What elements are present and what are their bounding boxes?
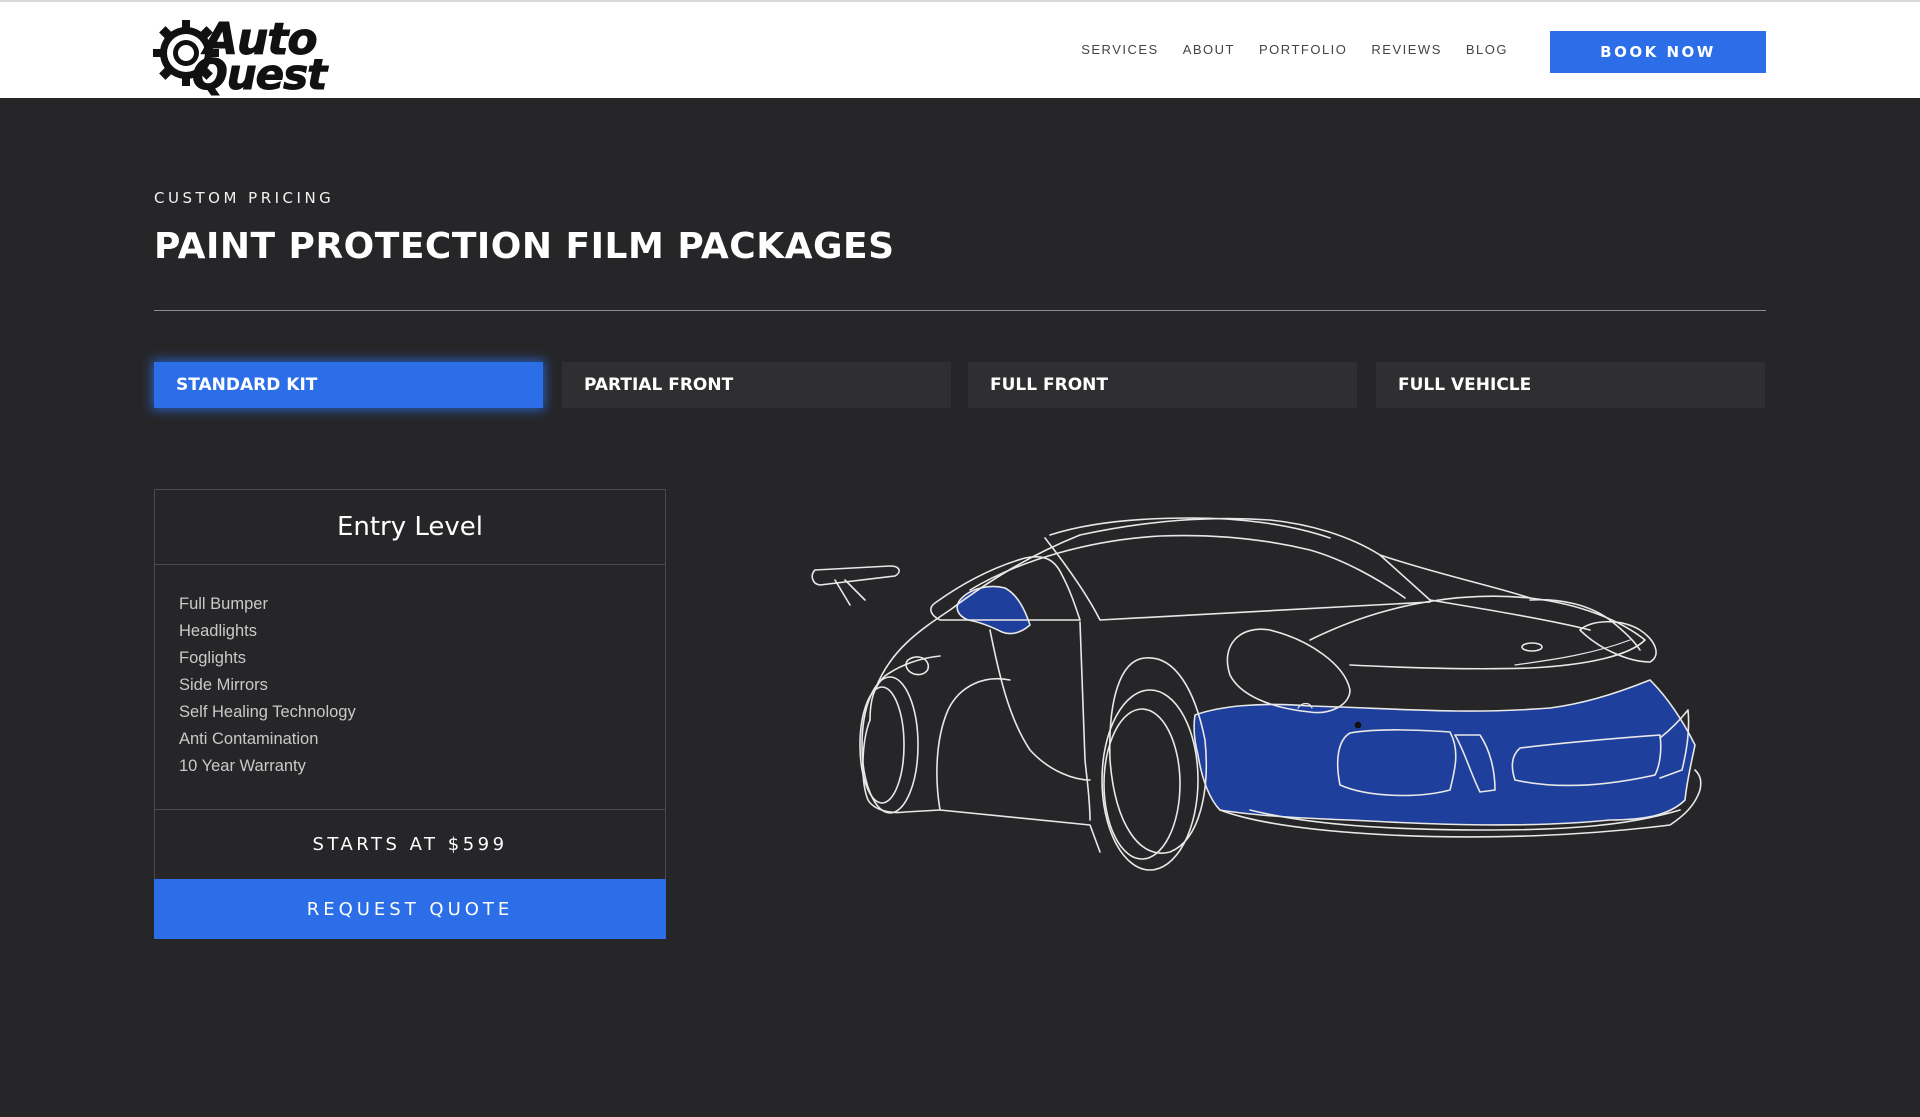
main-nav: SERVICES ABOUT PORTFOLIO REVIEWS BLOG	[1057, 42, 1508, 57]
feature-item: Foglights	[179, 649, 246, 667]
book-now-button[interactable]: BOOK NOW	[1550, 31, 1766, 73]
tab-full-front[interactable]: FULL FRONT	[968, 362, 1357, 408]
headlight	[1226, 628, 1351, 714]
brand-logo[interactable]: Auto Quest	[152, 12, 372, 100]
package-card: Entry Level Full Bumper Headlights Fogli…	[154, 489, 666, 939]
tab-full-vehicle[interactable]: FULL VEHICLE	[1376, 362, 1765, 408]
logo-word-quest: Quest	[191, 50, 327, 100]
price-label: STARTS AT $599	[312, 833, 508, 855]
site-header: Auto Quest SERVICES ABOUT PORTFOLIO REVI…	[0, 0, 1920, 100]
nav-services[interactable]: SERVICES	[1081, 42, 1159, 57]
feature-item: Anti Contamination	[179, 730, 319, 748]
film-side-mirror	[956, 585, 1031, 635]
nav-blog[interactable]: BLOG	[1466, 42, 1508, 57]
feature-item: 10 Year Warranty	[179, 757, 306, 775]
nav-about[interactable]: ABOUT	[1183, 42, 1235, 57]
feature-item: Side Mirrors	[179, 676, 268, 694]
section-eyebrow: CUSTOM PRICING	[154, 189, 335, 207]
request-quote-button[interactable]: REQUEST QUOTE	[154, 879, 666, 939]
feature-item: Full Bumper	[179, 595, 268, 613]
section-divider	[154, 310, 1766, 311]
feature-item: Headlights	[179, 622, 257, 640]
tab-standard-kit[interactable]: STANDARD KIT	[154, 362, 543, 408]
film-front-bumper	[1193, 679, 1696, 826]
tab-partial-front[interactable]: PARTIAL FRONT	[562, 362, 951, 408]
package-title: Entry Level	[155, 490, 665, 565]
nav-portfolio[interactable]: PORTFOLIO	[1259, 42, 1347, 57]
feature-list: Full Bumper Headlights Foglights Side Mi…	[179, 591, 356, 780]
page-title: PAINT PROTECTION FILM PACKAGES	[154, 226, 895, 267]
car-outline-illustration	[811, 517, 1702, 871]
feature-item: Self Healing Technology	[179, 703, 356, 721]
nav-reviews[interactable]: REVIEWS	[1371, 42, 1441, 57]
